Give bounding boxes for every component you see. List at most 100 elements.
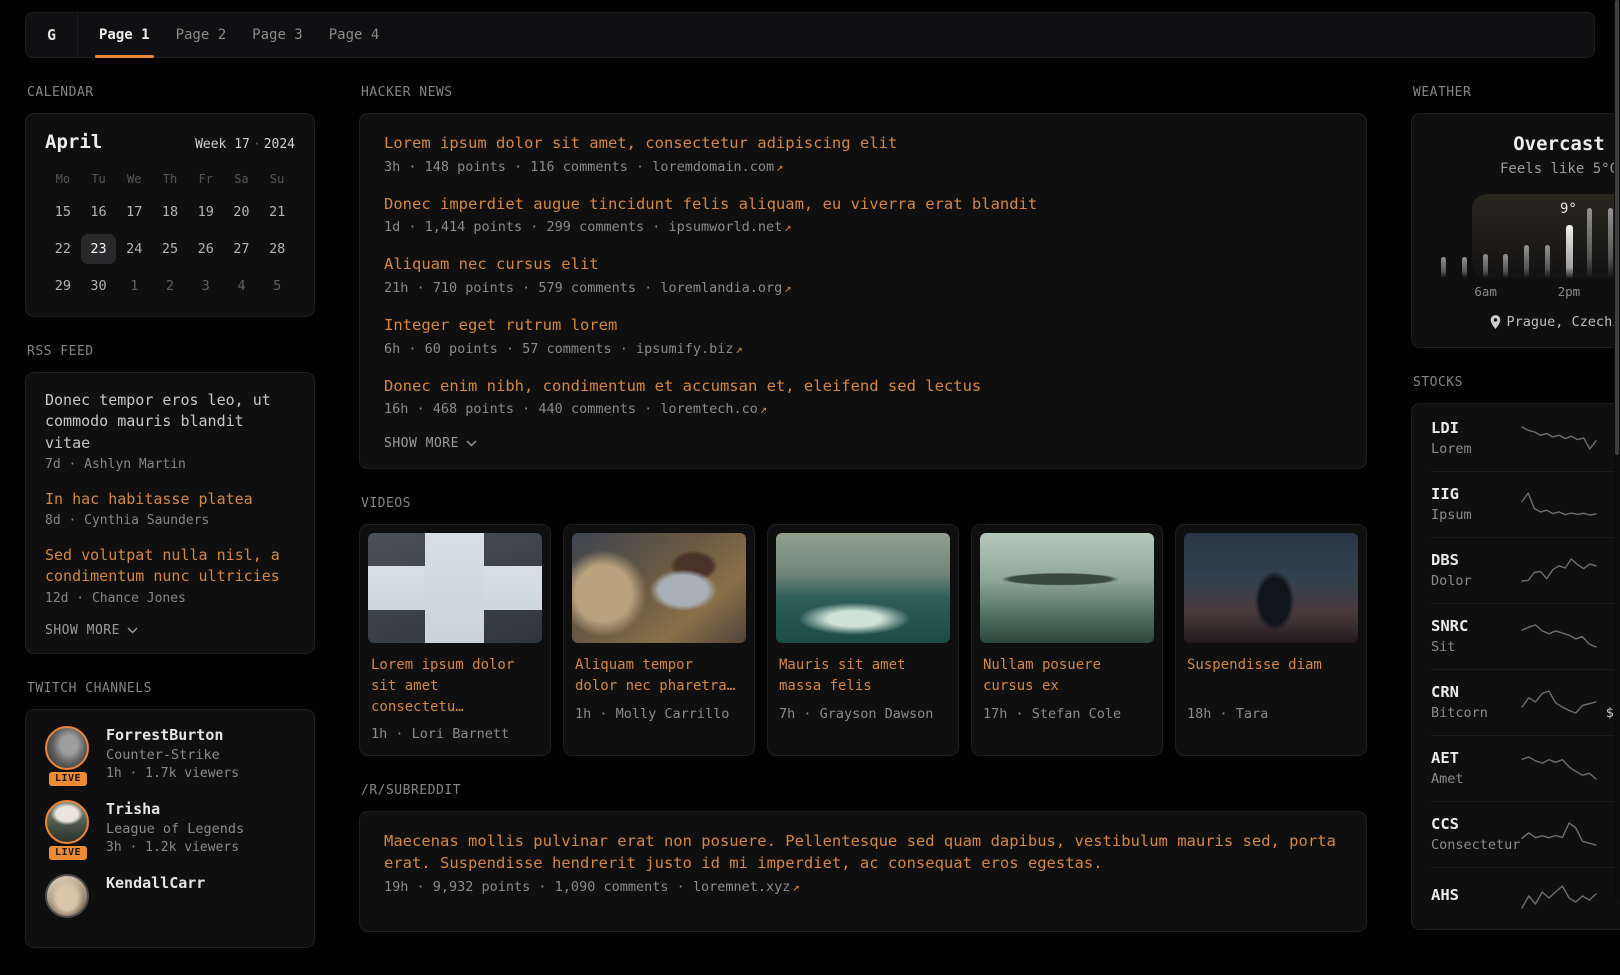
- calendar-dayname: Su: [259, 168, 295, 190]
- calendar-day-next-month: 4: [224, 271, 260, 301]
- subreddit-domain-link[interactable]: loremnet.xyz: [693, 879, 791, 895]
- temp-bar: [1441, 257, 1446, 278]
- video-thumbnail: [980, 533, 1154, 643]
- rss-item-link[interactable]: Sed volutpat nulla nisl, a condimentum n…: [45, 545, 295, 588]
- stock-row-ccs[interactable]: CCSConsectetur +0.51%$165.84: [1431, 801, 1620, 867]
- twitch-channel-name: ForrestBurton: [106, 726, 239, 744]
- calendar-dayname: Mo: [45, 168, 81, 190]
- tab-page-1[interactable]: Page 1: [86, 13, 163, 57]
- stock-id: CRN Bitcorn: [1431, 683, 1520, 721]
- twitch-avatar-wrap: LIVE: [45, 726, 91, 781]
- tab-page-3[interactable]: Page 3: [239, 13, 316, 57]
- rss-item-link[interactable]: In hac habitasse platea: [45, 489, 295, 510]
- rss-widget: Donec tempor eros leo, ut commodo mauris…: [25, 372, 315, 654]
- video-card[interactable]: Suspendisse diam 18h · Tara: [1175, 524, 1367, 756]
- twitch-channel-info: KendallCarr: [106, 874, 205, 918]
- video-card[interactable]: Aliquam tempor dolor nec pharetra… 1h · …: [563, 524, 755, 756]
- hn-domain-link[interactable]: loremtech.co: [660, 401, 758, 417]
- stock-row-aet[interactable]: AETAmet +0.92%$499.72: [1431, 735, 1620, 801]
- top-nav: G Page 1 Page 2 Page 3 Page 4: [25, 12, 1595, 58]
- stock-id: SNRCSit: [1431, 617, 1520, 655]
- video-meta: 1h · Molly Carrillo: [564, 698, 754, 735]
- stocks-section: STOCKS LDILorem +4.35%$795.18 IIGIpsum +…: [1411, 375, 1620, 930]
- hn-item-link[interactable]: Aliquam nec cursus elit: [384, 254, 1342, 276]
- weather-section-title: WEATHER: [1413, 85, 1620, 100]
- calendar-day-next-month: 2: [152, 271, 188, 301]
- hn-domain-link[interactable]: ipsumworld.net: [668, 219, 782, 235]
- rss-item: Sed volutpat nulla nisl, a condimentum n…: [45, 545, 295, 606]
- avatar: [45, 726, 89, 770]
- dashboard-columns: CALENDAR April Week 17·2024 Mo Tu We Th …: [25, 85, 1595, 975]
- hn-domain-link[interactable]: loremlandia.org: [660, 280, 782, 296]
- avatar: [45, 874, 89, 918]
- scrollbar-thumb[interactable]: [1615, 0, 1619, 455]
- calendar-grid: Mo Tu We Th Fr Sa Su 15 16 17 18 19 20 2…: [45, 168, 295, 301]
- stock-row-ldi[interactable]: LDILorem +4.35%$795.18: [1431, 406, 1620, 471]
- twitch-channel-kendallcarr[interactable]: KendallCarr: [45, 874, 295, 918]
- twitch-channel-game: League of Legends: [106, 821, 244, 837]
- stock-name: Bitcorn: [1431, 705, 1520, 721]
- rss-show-more-button[interactable]: SHOW MORE: [45, 623, 295, 638]
- hn-show-more-button[interactable]: SHOW MORE: [384, 436, 1342, 451]
- app-logo[interactable]: G: [26, 13, 78, 57]
- hn-show-more-label: SHOW MORE: [384, 436, 459, 451]
- stock-row-dbs[interactable]: DBSDolor +1.42%$156.28: [1431, 537, 1620, 603]
- calendar-dayname: Th: [152, 168, 188, 190]
- avatar: [45, 800, 89, 844]
- calendar-day: 18: [152, 197, 188, 227]
- twitch-channel-game: Counter-Strike: [106, 747, 239, 763]
- hn-item-link[interactable]: Donec imperdiet augue tincidunt felis al…: [384, 194, 1342, 216]
- calendar-day: 17: [116, 197, 152, 227]
- video-meta: 17h · Stefan Cole: [972, 698, 1162, 735]
- stock-sparkline: [1520, 554, 1598, 586]
- tab-page-2[interactable]: Page 2: [163, 13, 240, 57]
- video-card[interactable]: Mauris sit amet massa felis 7h · Grayson…: [767, 524, 959, 756]
- stock-id: CCSConsectetur: [1431, 815, 1520, 853]
- hn-item-meta: 3h · 148 points · 116 comments · loremdo…: [384, 159, 1342, 175]
- video-card[interactable]: Nullam posuere cursus ex 17h · Stefan Co…: [971, 524, 1163, 756]
- weather-feels-like: Feels like 5°C: [1432, 161, 1620, 177]
- temp-bar: [1462, 257, 1467, 278]
- subreddit-post-link[interactable]: Maecenas mollis pulvinar erat non posuer…: [384, 831, 1342, 874]
- stock-row-ahs[interactable]: AHS +0.46%: [1431, 867, 1620, 927]
- twitch-section: TWITCH CHANNELS LIVE ForrestBurton Count…: [25, 681, 315, 948]
- rss-item-meta: 8d · Cynthia Saunders: [45, 513, 295, 528]
- stock-row-snrc[interactable]: SNRCSit +1.36%$148.64: [1431, 603, 1620, 669]
- tab-page-4[interactable]: Page 4: [316, 13, 393, 57]
- video-meta: 7h · Grayson Dawson: [768, 698, 958, 735]
- hn-domain-link[interactable]: ipsumify.biz: [636, 341, 734, 357]
- videos-section: VIDEOS Lorem ipsum dolor sit amet consec…: [359, 496, 1367, 756]
- left-column: CALENDAR April Week 17·2024 Mo Tu We Th …: [25, 85, 315, 975]
- stock-row-crn[interactable]: CRNBitcorn -1.00%$66,171.48: [1431, 669, 1620, 735]
- temp-bar: [1545, 245, 1550, 278]
- calendar-separator: ·: [250, 137, 264, 152]
- rss-item-link[interactable]: Donec tempor eros leo, ut commodo mauris…: [45, 390, 295, 454]
- live-badge: LIVE: [47, 844, 89, 862]
- videos-section-title: VIDEOS: [361, 496, 1367, 511]
- hn-item: Donec imperdiet augue tincidunt felis al…: [384, 194, 1342, 236]
- stock-name: Consectetur: [1431, 837, 1520, 853]
- video-card[interactable]: Lorem ipsum dolor sit amet consectetu… 1…: [359, 524, 551, 756]
- hn-item-meta: 6h · 60 points · 57 comments · ipsumify.…: [384, 341, 1342, 357]
- stock-row-iig[interactable]: IIGIpsum +2.84%$42.04: [1431, 471, 1620, 537]
- hn-item-link[interactable]: Integer eget rutrum lorem: [384, 315, 1342, 337]
- hn-item-link[interactable]: Donec enim nibh, condimentum et accumsan…: [384, 376, 1342, 398]
- external-link-icon: ↗: [782, 220, 791, 234]
- hn-item: Lorem ipsum dolor sit amet, consectetur …: [384, 133, 1342, 175]
- hn-item-link[interactable]: Lorem ipsum dolor sit amet, consectetur …: [384, 133, 1342, 155]
- hacker-news-widget: Lorem ipsum dolor sit amet, consectetur …: [359, 113, 1367, 469]
- calendar-day: 22: [45, 234, 81, 264]
- stock-name: Lorem: [1431, 441, 1520, 457]
- rss-item-meta: 12d · Chance Jones: [45, 591, 295, 606]
- hn-domain-link[interactable]: loremdomain.com: [652, 159, 774, 175]
- calendar-week-info: Week 17·2024: [195, 137, 295, 152]
- subreddit-widget: Maecenas mollis pulvinar erat non posuer…: [359, 811, 1367, 931]
- stock-symbol: CRN: [1431, 683, 1520, 701]
- calendar-dayname: We: [116, 168, 152, 190]
- video-thumbnail: [1184, 533, 1358, 643]
- twitch-channel-forrestburton[interactable]: LIVE ForrestBurton Counter-Strike 1h · 1…: [45, 726, 295, 781]
- calendar-year: 2024: [264, 137, 295, 152]
- twitch-channel-trisha[interactable]: LIVE Trisha League of Legends 3h · 1.2k …: [45, 800, 295, 855]
- calendar-section: CALENDAR April Week 17·2024 Mo Tu We Th …: [25, 85, 315, 317]
- subreddit-post: Maecenas mollis pulvinar erat non posuer…: [384, 831, 1342, 894]
